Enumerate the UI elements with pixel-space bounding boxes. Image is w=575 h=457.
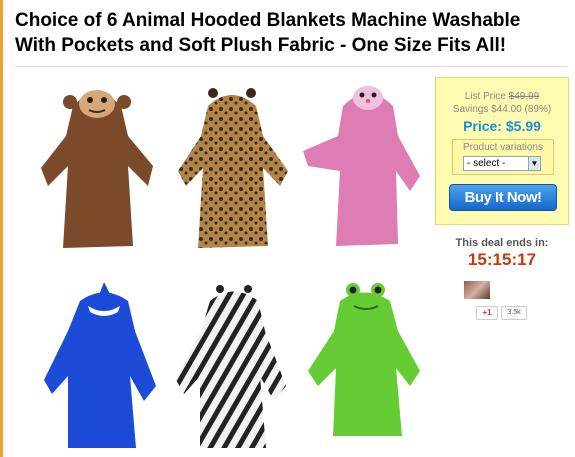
savings-label: Savings bbox=[452, 104, 489, 115]
deal-ends-label: This deal ends in: bbox=[455, 237, 549, 249]
price: Price: $5.99 bbox=[436, 118, 568, 134]
share-count: 3.5k bbox=[501, 306, 527, 320]
buy-now-button[interactable]: Buy It Now! bbox=[449, 184, 557, 211]
list-price: List Price $49.99 bbox=[436, 91, 568, 102]
product-image-monkey[interactable] bbox=[33, 76, 163, 256]
select-value: - select - bbox=[467, 158, 506, 169]
product-title: Choice of 6 Animal Hooded Blankets Machi… bbox=[15, 10, 521, 56]
list-price-label: List Price bbox=[464, 91, 506, 102]
product-image-pink-cat[interactable] bbox=[298, 76, 428, 256]
product-variations: Product variations - select - ▼ bbox=[452, 139, 554, 175]
deal-timer: 15:15:17 bbox=[467, 250, 537, 269]
list-price-value: $49.99 bbox=[508, 91, 540, 102]
savings: Savings $44.00 (89%) bbox=[436, 104, 568, 115]
google-plus-button[interactable]: +1 bbox=[476, 306, 498, 320]
savings-value: $44.00 (89%) bbox=[491, 104, 552, 115]
product-image-grid bbox=[33, 76, 433, 456]
product-image-frog[interactable] bbox=[298, 276, 428, 456]
avatar[interactable] bbox=[464, 281, 490, 299]
variation-select[interactable]: - select - ▼ bbox=[463, 156, 541, 171]
price-label: Price: bbox=[463, 118, 502, 134]
chevron-down-icon: ▼ bbox=[528, 157, 540, 170]
product-image-leopard[interactable] bbox=[168, 76, 298, 256]
price-box: List Price $49.99 Savings $44.00 (89%) P… bbox=[435, 77, 569, 225]
divider bbox=[15, 66, 567, 67]
product-image-shark[interactable] bbox=[38, 276, 168, 456]
variations-label: Product variations bbox=[462, 142, 544, 153]
page-frame: Choice of 6 Animal Hooded Blankets Machi… bbox=[0, 0, 575, 457]
price-value: $5.99 bbox=[505, 118, 541, 134]
gplus-label: +1 bbox=[482, 308, 492, 317]
product-image-zebra[interactable] bbox=[168, 276, 298, 456]
